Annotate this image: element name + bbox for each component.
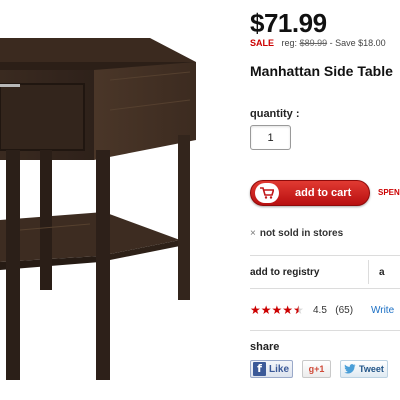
truncated-list-link[interactable]: a — [379, 267, 385, 278]
rating-summary: 4.5 (65) — [313, 305, 353, 316]
star-half-icon: ★ — [293, 303, 304, 317]
quantity-input[interactable] — [250, 125, 291, 150]
sale-tag: SALE — [250, 38, 275, 48]
savings-text: - Save $18.00 — [329, 38, 386, 48]
close-x-icon: × — [250, 228, 256, 239]
availability-text: not sold in stores — [259, 228, 344, 239]
facebook-icon: f — [253, 362, 266, 376]
review-count[interactable]: (65) — [335, 305, 353, 316]
divider — [250, 255, 400, 256]
add-to-cart-label: add to cart — [295, 187, 352, 199]
star-icon: ★ — [260, 303, 272, 317]
product-image — [0, 38, 196, 380]
tweet-label: Tweet — [359, 364, 384, 374]
reg-prefix: reg: — [281, 38, 298, 48]
add-to-cart-button[interactable]: add to cart — [250, 180, 370, 206]
add-to-registry-link[interactable]: add to registry — [250, 267, 319, 278]
divider-vertical — [368, 260, 369, 284]
spend-promo-text[interactable]: SPEN — [378, 188, 400, 197]
twitter-bird-icon — [344, 364, 356, 374]
regular-price: $89.99 — [299, 38, 328, 48]
write-review-link[interactable]: Write — [371, 305, 394, 316]
share-heading: share — [250, 341, 280, 353]
google-plus-label: g+1 — [308, 364, 325, 374]
sale-price: $71.99 — [250, 8, 327, 38]
tweet-button[interactable]: Tweet — [340, 360, 388, 378]
star-icon: ★ — [271, 303, 283, 317]
rating-value: 4.5 — [313, 305, 327, 316]
divider — [250, 330, 400, 331]
star-icon: ★ — [282, 303, 294, 317]
product-info-panel: $71.99 SALE reg: $89.99 - Save $18.00 Ma… — [250, 0, 400, 400]
star-rating: ★ ★ ★ ★ ★ — [250, 304, 304, 316]
sale-details: SALE reg: $89.99 - Save $18.00 — [250, 38, 386, 48]
facebook-like-label: Like — [269, 363, 290, 375]
star-icon: ★ — [250, 303, 261, 317]
product-title: Manhattan Side Table — [250, 63, 393, 79]
shopping-cart-icon — [255, 183, 279, 203]
facebook-like-button[interactable]: f Like — [250, 360, 293, 378]
availability-status: × not sold in stores — [250, 228, 343, 239]
google-plus-button[interactable]: g+1 — [302, 360, 331, 378]
quantity-label: quantity : — [250, 108, 300, 120]
divider — [250, 288, 400, 289]
